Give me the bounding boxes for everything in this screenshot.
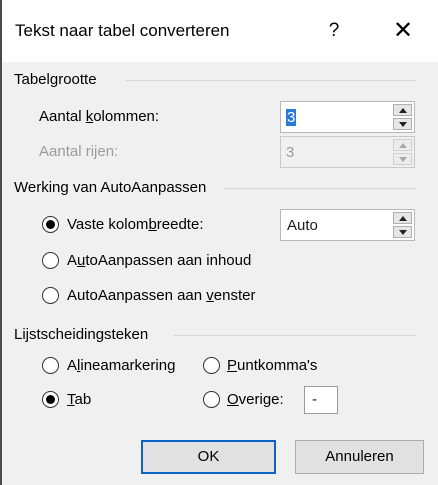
kolommen-up-button[interactable] bbox=[393, 104, 412, 116]
radio-vaste-kolombreedte[interactable] bbox=[42, 216, 59, 233]
arrow-down-icon bbox=[399, 230, 407, 235]
radio-selected-dot bbox=[46, 395, 55, 404]
label-puntkommas[interactable]: Puntkomma's bbox=[227, 357, 317, 374]
overige-input[interactable]: - bbox=[304, 386, 338, 414]
arrow-up-icon bbox=[399, 143, 407, 148]
close-icon: ✕ bbox=[392, 17, 414, 44]
group-title-tabelgrootte: Tabelgrootte bbox=[14, 71, 103, 88]
label-autoaanpassen-venster[interactable]: AutoAanpassen aan venster bbox=[67, 287, 255, 304]
group-title-autoaanpassen: Werking van AutoAanpassen bbox=[14, 179, 213, 196]
group-divider-lijstscheidingsteken bbox=[174, 335, 416, 336]
arrow-down-icon bbox=[399, 122, 407, 127]
dialog-title: Tekst naar tabel converteren bbox=[15, 21, 230, 40]
cancel-button[interactable]: Annuleren bbox=[295, 440, 424, 474]
group-divider-autoaanpassen bbox=[224, 188, 416, 189]
kolommen-down-button[interactable] bbox=[393, 118, 412, 130]
radio-alineamarkering[interactable] bbox=[42, 357, 59, 374]
kolombreedte-input[interactable]: Auto bbox=[287, 217, 318, 234]
overige-value: - bbox=[312, 391, 317, 408]
label-alineamarkering[interactable]: Alineamarkering bbox=[67, 357, 175, 374]
kolombreedte-spinner-arrows bbox=[393, 212, 412, 238]
radio-overige[interactable] bbox=[203, 391, 220, 408]
rijen-spinner: 3 bbox=[280, 136, 415, 168]
rijen-up-button bbox=[393, 139, 412, 151]
close-button[interactable]: ✕ bbox=[385, 14, 421, 48]
label-aantal-kolommen: Aantal kolommen: bbox=[39, 108, 160, 125]
kolommen-input[interactable]: 3 bbox=[286, 109, 297, 126]
group-title-lijstscheidingsteken: Lijstscheidingsteken bbox=[14, 326, 155, 343]
kolommen-spinner-arrows bbox=[393, 104, 412, 130]
radio-tab[interactable] bbox=[42, 391, 59, 408]
title-bar: Tekst naar tabel converteren ? ✕ bbox=[2, 0, 438, 62]
radio-autoaanpassen-venster[interactable] bbox=[42, 287, 59, 304]
rijen-down-button bbox=[393, 153, 412, 165]
group-divider-tabelgrootte bbox=[126, 80, 416, 81]
radio-selected-dot bbox=[46, 220, 55, 229]
radio-autoaanpassen-inhoud[interactable] bbox=[42, 252, 59, 269]
radio-puntkommas[interactable] bbox=[203, 357, 220, 374]
label-autoaanpassen-inhoud[interactable]: AutoAanpassen aan inhoud bbox=[67, 252, 251, 269]
kolommen-spinner[interactable]: 3 bbox=[280, 101, 415, 133]
help-button[interactable]: ? bbox=[319, 14, 349, 48]
label-tab[interactable]: Tab bbox=[67, 391, 91, 408]
dialog: Tekst naar tabel converteren ? ✕ Tabelgr… bbox=[0, 0, 438, 485]
kolombreedte-up-button[interactable] bbox=[393, 212, 412, 224]
rijen-spinner-arrows bbox=[393, 139, 412, 165]
rijen-input: 3 bbox=[286, 144, 295, 161]
kolombreedte-spinner[interactable]: Auto bbox=[280, 209, 415, 241]
kolombreedte-down-button[interactable] bbox=[393, 226, 412, 238]
label-overige[interactable]: Overige: bbox=[227, 391, 284, 408]
arrow-down-icon bbox=[399, 157, 407, 162]
label-vaste-kolombreedte[interactable]: Vaste kolombreedte: bbox=[67, 216, 203, 233]
arrow-up-icon bbox=[399, 216, 407, 221]
ok-button[interactable]: OK bbox=[141, 440, 276, 474]
arrow-up-icon bbox=[399, 108, 407, 113]
label-aantal-rijen: Aantal rijen: bbox=[39, 143, 119, 160]
